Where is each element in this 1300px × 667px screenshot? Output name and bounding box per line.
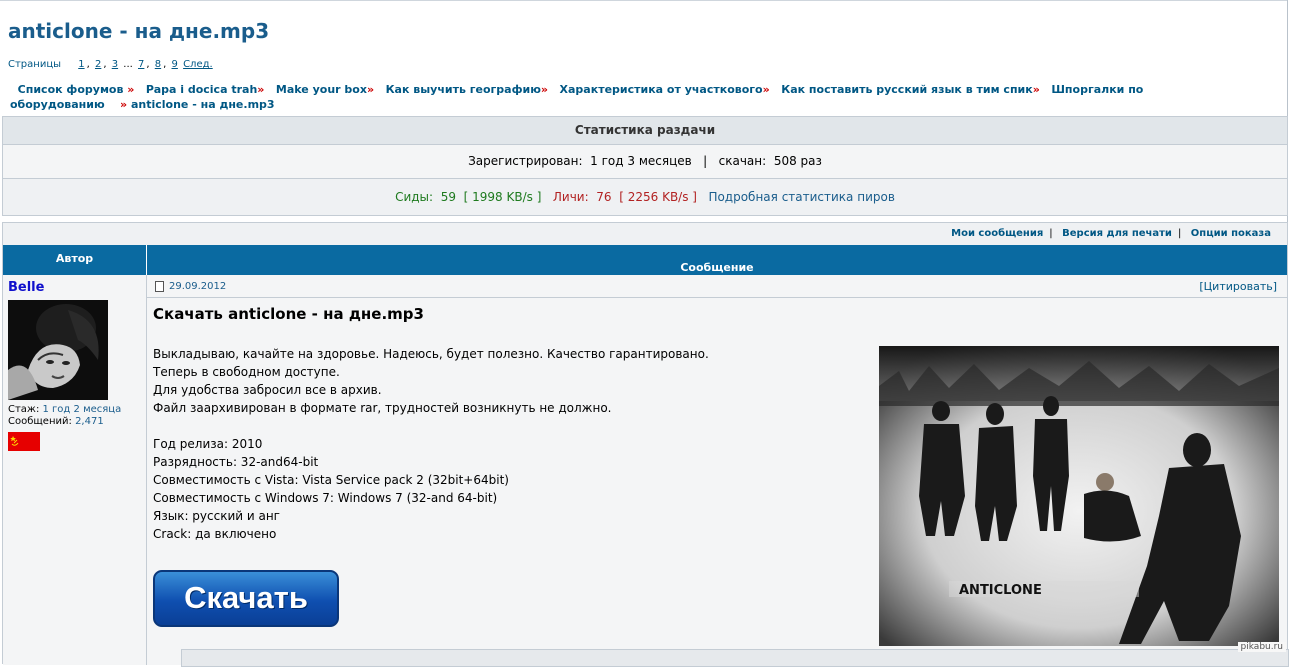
breadcrumb-current[interactable]: anticlone - на дне.mp3 [131,98,275,111]
post-icon [155,281,164,292]
watermark: pikabu.ru [1237,642,1286,652]
page-link[interactable]: 2 [95,59,101,70]
author-info: Стаж: 1 год 2 месяца Сообщений: 2,471 [8,404,121,428]
tenure-label: Стаж: [8,404,40,415]
post-detail: Crack: да включено [153,527,277,541]
peers-info: Сиды: 59 [ 1998 KB/s ] Личи: 76 [ 2256 K… [395,190,895,204]
pagination: Страницы 1, 2, 3 ... 7, 8, 9 След. [8,59,213,70]
view-options-bar: Мои сообщения | Версия для печати | Опции … [951,228,1271,239]
page-link[interactable]: 3 [112,59,118,70]
avatar [8,300,108,400]
breadcrumb-item[interactable]: Характеристика от участкового [560,83,763,96]
my-messages-link[interactable]: Мои сообщения [951,228,1043,239]
album-cover-image: ANTICLONE [879,346,1279,646]
messages-label: Сообщений: [8,416,72,427]
torrent-stats-panel: Статистика раздачи Зарегистрирован: 1 го… [2,116,1288,216]
leech-value: 76 [596,190,612,204]
quote-button[interactable]: [Цитировать] [1199,280,1277,293]
message-panel: 29.09.2012 [Цитировать] Скачать anticlon… [147,275,1289,667]
registered-value: 1 год 3 месяцев [590,154,692,168]
page-link[interactable]: 1 [78,59,84,70]
author-column-header: Автор [3,245,147,275]
top-border [0,0,1287,1]
seeds-speed: 1998 [472,190,503,204]
breadcrumb-item[interactable]: Как поставить русский язык в тим спик [781,83,1033,96]
country-flag-icon [8,432,40,451]
view-options-link[interactable]: Опции показа [1191,228,1271,239]
seeds-value: 59 [440,190,456,204]
registered-label: Зарегистрирован: [468,154,583,168]
stats-header: Статистика раздачи [3,117,1287,145]
page-link[interactable]: 7 [138,59,144,70]
topic-title[interactable]: anticlone - на дне.mp3 [8,19,269,43]
post-detail: Год релиза: 2010 [153,437,263,451]
print-version-link[interactable]: Версия для печати [1062,228,1172,239]
seeds-label: Сиды: [395,190,434,204]
breadcrumb-item[interactable]: Список форумов [18,83,124,96]
post-line: Выкладываю, качайте на здоровье. Надеюсь… [153,347,709,361]
seeds-speed-unit: KB/s [506,190,533,204]
post-detail: Разрядность: 32-and64-bit [153,455,319,469]
table-header: Автор Сообщение [3,245,1287,275]
post-detail: Язык: русский и анг [153,509,280,523]
album-cover-caption: ANTICLONE [959,583,1042,598]
post-body: Выкладываю, качайте на здоровье. Надеюсь… [153,345,853,543]
page-link[interactable]: 8 [155,59,161,70]
post-date[interactable]: 29.09.2012 [169,281,226,292]
post-footer-bar [181,649,1289,667]
post-detail: Совместимость с Windows 7: Windows 7 (32… [153,491,498,505]
post-line: Файл заархивирован в формате rar, трудно… [153,401,612,415]
registration-info: Зарегистрирован: 1 год 3 месяцев | скача… [3,145,1287,179]
post-line: Теперь в свободном доступе. [153,365,340,379]
tenure-value: 1 год 2 месяца [42,404,122,415]
pagination-ellipsis: ... [123,59,133,70]
post-author[interactable]: Belle [8,280,44,295]
downloaded-value: 508 раз [773,154,822,168]
download-button[interactable]: Скачать [153,570,339,627]
leech-speed-unit: KB/s [662,190,689,204]
post-title: Скачать anticlone - на дне.mp3 [153,305,424,323]
breadcrumb-item[interactable]: Make your box [276,83,367,96]
breadcrumb-item[interactable]: Как выучить географию [386,83,541,96]
post-header: 29.09.2012 [Цитировать] [147,275,1287,298]
post-line: Для удобства забросил все в архив. [153,383,382,397]
leech-label: Личи: [552,190,589,204]
page-link[interactable]: 9 [172,59,178,70]
messages-value: 2,471 [75,416,104,427]
downloaded-label: скачан: [718,154,767,168]
breadcrumb-item[interactable]: Papa i docica trah [146,83,257,96]
author-panel: Belle Стаж: 1 год 2 месяца Сообщений: 2,… [3,275,147,665]
peer-stats-link[interactable]: Подробная статистика пиров [708,190,894,204]
leech-speed: 2256 [627,190,659,204]
post-table: Мои сообщения | Версия для печати | Опции … [2,222,1289,667]
post-detail: Совместимость с Vista: Vista Service pac… [153,473,509,487]
breadcrumb: Список форумов » Papa i docica trah» Mak… [10,83,1144,111]
pagination-label: Страницы [8,59,62,70]
next-page-link[interactable]: След. [183,59,213,70]
